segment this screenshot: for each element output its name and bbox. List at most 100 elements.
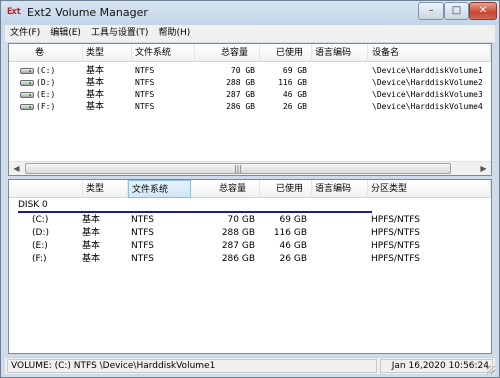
partition-fs: NTFS	[131, 215, 154, 225]
volume-device: \Device\HarddiskVolume1	[372, 66, 483, 75]
col-codepage[interactable]: 语言编码	[312, 44, 368, 62]
volume-total: 70 GB	[230, 66, 255, 75]
volume-codepage	[315, 65, 367, 77]
menu-edit[interactable]: 编辑(E)	[45, 25, 86, 42]
partition-total: 288 GB	[221, 228, 255, 238]
status-volume-info: VOLUME: (C:) NTFS \Device\HarddiskVolume…	[7, 359, 377, 373]
partition-ptype: HPFS/NTFS	[371, 215, 420, 225]
col-codepage[interactable]: 语言编码	[312, 180, 368, 198]
app-window: Ext Ext2 Volume Manager – □ ✕ 文件(F) 编辑(E…	[0, 0, 500, 378]
minimize-button[interactable]: –	[418, 2, 444, 20]
status-bar: VOLUME: (C:) NTFS \Device\HarddiskVolume…	[5, 357, 495, 374]
partition-type: 基本	[82, 215, 101, 225]
minimize-icon: –	[428, 5, 434, 16]
volume-list-header: 卷 类型 文件系统 总容量 已使用 语言编码 设备名	[9, 44, 491, 62]
volume-codepage	[315, 77, 367, 89]
col-total[interactable]: 总容量	[195, 44, 260, 62]
drive-icon	[20, 104, 34, 110]
partition-codepage	[315, 253, 367, 265]
partition-ptype: HPFS/NTFS	[371, 254, 420, 264]
volume-type: 基本	[86, 90, 105, 100]
col-disk[interactable]	[9, 180, 83, 198]
scroll-left-arrow-icon[interactable]: ◀	[9, 162, 24, 175]
volume-device: \Device\HarddiskVolume3	[372, 90, 483, 99]
volume-fs: NTFS	[135, 90, 155, 99]
close-button[interactable]: ✕	[469, 2, 497, 20]
ext2-app-icon: Ext	[7, 7, 21, 17]
partition-row[interactable]: (D:) 基本 NTFS 288 GB 116 GB HPFS/NTFS	[9, 227, 491, 239]
drive-icon	[20, 92, 34, 98]
volume-row[interactable]: (E:) 基本 NTFS 287 GB 46 GB \Device\Harddi…	[9, 89, 491, 101]
volume-fs: NTFS	[135, 102, 155, 111]
volume-device: \Device\HarddiskVolume2	[372, 78, 483, 87]
volume-used: 46 GB	[282, 90, 307, 99]
volume-fs: NTFS	[135, 66, 155, 75]
partition-name: (F:)	[32, 254, 47, 264]
col-filesystem[interactable]: 文件系统	[128, 180, 191, 198]
partition-used: 26 GB	[279, 254, 307, 264]
volume-codepage	[315, 89, 367, 101]
partition-codepage	[315, 240, 367, 252]
col-volume[interactable]: 卷	[9, 44, 83, 62]
volume-fs: NTFS	[135, 78, 155, 87]
partition-ptype: HPFS/NTFS	[371, 228, 420, 238]
col-partition-type[interactable]: 分区类型	[368, 180, 491, 198]
col-type[interactable]: 类型	[83, 44, 132, 62]
status-datetime: Jan 16,2020 10:56:24	[380, 359, 493, 373]
volume-row[interactable]: (F:) 基本 NTFS 286 GB 26 GB \Device\Harddi…	[9, 101, 491, 113]
volume-type: 基本	[86, 66, 105, 76]
volume-name: (C:)	[36, 66, 56, 75]
partition-type: 基本	[82, 254, 101, 264]
col-used[interactable]: 已使用	[260, 44, 312, 62]
partition-row[interactable]: (C:) 基本 NTFS 70 GB 69 GB HPFS/NTFS	[9, 214, 491, 226]
title-bar: Ext Ext2 Volume Manager – □ ✕	[1, 1, 499, 25]
partition-total: 287 GB	[221, 241, 255, 251]
drive-icon	[20, 80, 34, 86]
maximize-button[interactable]: □	[444, 2, 469, 20]
partition-used: 46 GB	[279, 241, 307, 251]
disk-label[interactable]: DISK 0	[18, 200, 48, 211]
partition-total: 70 GB	[227, 215, 255, 225]
col-type[interactable]: 类型	[83, 180, 128, 198]
drive-icon	[20, 68, 34, 74]
partition-used: 69 GB	[279, 215, 307, 225]
partition-used: 116 GB	[273, 228, 307, 238]
partition-name: (D:)	[32, 228, 49, 238]
partition-total: 286 GB	[221, 254, 255, 264]
volume-row[interactable]: (D:) 基本 NTFS 288 GB 116 GB \Device\Hardd…	[9, 77, 491, 89]
volume-row[interactable]: (C:) 基本 NTFS 70 GB 69 GB \Device\Harddis…	[9, 65, 491, 77]
volume-total: 288 GB	[226, 78, 255, 87]
volume-total: 287 GB	[226, 90, 255, 99]
volume-list: 卷 类型 文件系统 总容量 已使用 语言编码 设备名 (C:) 基本 NTFS …	[8, 43, 492, 176]
resize-grip-icon[interactable]	[487, 366, 495, 374]
partition-name: (C:)	[32, 215, 49, 225]
volume-type: 基本	[86, 102, 105, 112]
col-device[interactable]: 设备名	[368, 44, 491, 62]
col-filesystem[interactable]: 文件系统	[132, 44, 195, 62]
menu-tools-settings[interactable]: 工具与设置(T)	[86, 25, 154, 42]
menu-help[interactable]: 帮助(H)	[153, 25, 195, 42]
close-icon: ✕	[478, 5, 488, 16]
partition-row[interactable]: (E:) 基本 NTFS 287 GB 46 GB HPFS/NTFS	[9, 240, 491, 252]
volume-device: \Device\HarddiskVolume4	[372, 102, 483, 111]
col-total[interactable]: 总容量	[191, 180, 260, 198]
partition-row[interactable]: (F:) 基本 NTFS 286 GB 26 GB HPFS/NTFS	[9, 253, 491, 265]
partition-codepage	[315, 214, 367, 226]
disk-list: 类型 文件系统 总容量 已使用 语言编码 分区类型 DISK 0 (C:) 基本…	[8, 179, 492, 354]
menu-file[interactable]: 文件(F)	[5, 25, 45, 42]
window-title: Ext2 Volume Manager	[27, 6, 148, 19]
volume-name: (E:)	[36, 90, 56, 99]
col-used[interactable]: 已使用	[260, 180, 312, 198]
maximize-icon: □	[451, 5, 462, 16]
partition-fs: NTFS	[131, 241, 154, 251]
scroll-right-arrow-icon[interactable]: ▶	[476, 162, 491, 175]
partition-fs: NTFS	[131, 254, 154, 264]
menu-bar: 文件(F) 编辑(E) 工具与设置(T) 帮助(H)	[5, 25, 495, 42]
volume-name: (D:)	[36, 78, 56, 87]
partition-type: 基本	[82, 228, 101, 238]
horizontal-scrollbar[interactable]: ◀ ||| ▶	[9, 161, 491, 175]
volume-codepage	[315, 101, 367, 113]
partition-fs: NTFS	[131, 228, 154, 238]
partition-type: 基本	[82, 241, 101, 251]
scroll-thumb[interactable]: |||	[25, 163, 451, 174]
